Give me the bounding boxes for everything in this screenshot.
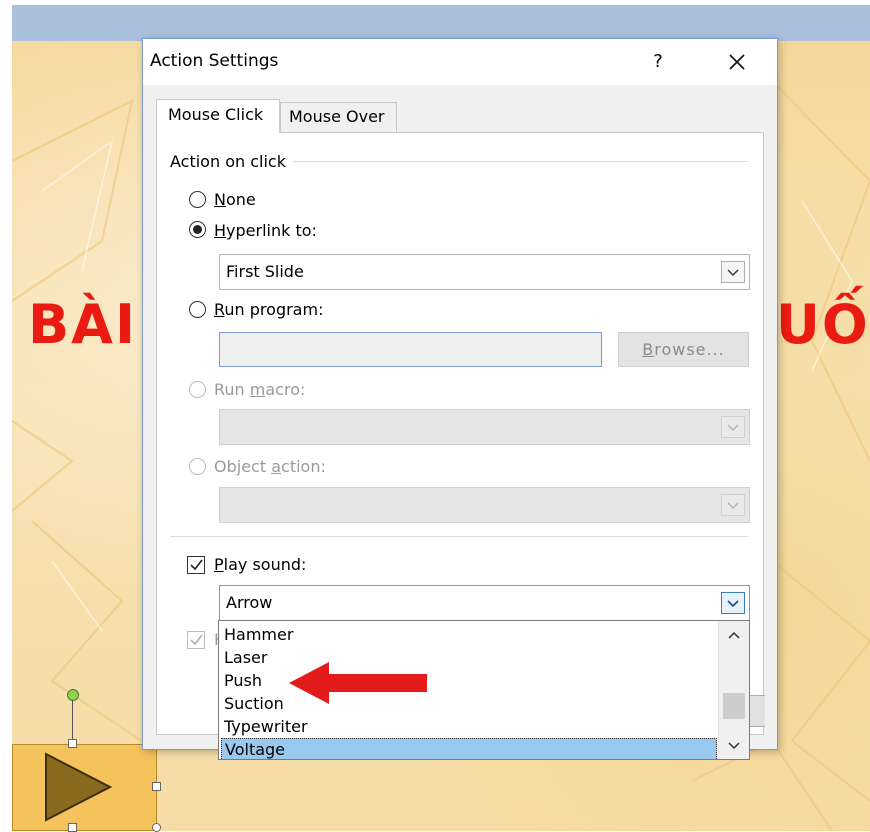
sound-dropdown-button[interactable]: [721, 592, 745, 614]
scroll-down-button[interactable]: [719, 733, 749, 757]
hyperlink-select[interactable]: First Slide: [219, 254, 750, 290]
label-run-macro[interactable]: Run macro:: [214, 380, 305, 399]
scroll-thumb[interactable]: [723, 693, 745, 719]
browse-button[interactable]: Browse...: [618, 332, 749, 367]
close-icon: [729, 54, 745, 70]
label-object-action[interactable]: Object action:: [214, 457, 326, 476]
dropdown-scrollbar[interactable]: [718, 621, 749, 759]
play-sound-checkbox[interactable]: [187, 556, 205, 574]
rotation-handle[interactable]: [67, 689, 79, 701]
list-item-hammer[interactable]: Hammer: [221, 624, 717, 647]
radio-run-macro[interactable]: [189, 381, 206, 398]
scroll-up-button[interactable]: [719, 623, 749, 647]
tab-mouse-over[interactable]: Mouse Over: [280, 102, 397, 135]
chevron-down-icon: [727, 424, 739, 431]
label-none[interactable]: None: [214, 190, 256, 209]
label-run-program[interactable]: Run program:: [214, 300, 323, 319]
slide-title-left: BÀI: [28, 293, 138, 356]
sound-select[interactable]: Arrow: [219, 585, 750, 621]
sound-select-value: Arrow: [226, 593, 273, 612]
annotation-arrow-icon: [289, 662, 427, 704]
hyperlink-dropdown-button[interactable]: [721, 261, 745, 283]
window-title-strip: [12, 5, 870, 42]
checkmark-icon: [190, 559, 203, 571]
group-label-action-on-click: Action on click: [170, 152, 292, 171]
chevron-down-icon: [728, 742, 740, 750]
radio-object-action[interactable]: [189, 458, 206, 475]
radio-hyperlink[interactable]: [189, 221, 206, 238]
hyperlink-select-value: First Slide: [226, 262, 304, 281]
program-path-input[interactable]: [219, 332, 602, 367]
dialog-title: Action Settings: [150, 51, 279, 71]
resize-handle-right[interactable]: [152, 782, 161, 791]
group-divider: [293, 161, 748, 162]
rotation-line: [72, 700, 73, 740]
highlight-click-checkbox[interactable]: [187, 631, 205, 649]
close-button[interactable]: [715, 47, 759, 77]
chevron-down-icon: [727, 502, 739, 509]
chevron-down-icon: [727, 269, 739, 276]
play-triangle-icon: [45, 752, 112, 822]
label-hyperlink[interactable]: Hyperlink to:: [214, 221, 317, 240]
radio-run-program[interactable]: [189, 301, 206, 318]
macro-dropdown-button[interactable]: [721, 416, 745, 438]
list-item-typewriter[interactable]: Typewriter: [221, 716, 717, 739]
checkmark-icon: [190, 634, 203, 646]
resize-handle-top[interactable]: [68, 739, 77, 748]
tab-mouse-click[interactable]: Mouse Click: [156, 99, 280, 133]
section-divider: [170, 536, 748, 537]
chevron-up-icon: [728, 631, 740, 639]
help-button[interactable]: ?: [643, 49, 673, 75]
radio-none[interactable]: [189, 191, 206, 208]
macro-select[interactable]: [219, 409, 750, 445]
label-play-sound[interactable]: Play sound:: [214, 555, 306, 574]
slide-title-right: UỐ: [776, 293, 870, 356]
dialog-titlebar[interactable]: Action Settings ?: [143, 39, 777, 85]
chevron-down-icon: [727, 600, 739, 608]
object-action-select[interactable]: [219, 487, 750, 523]
object-action-dropdown-button[interactable]: [721, 494, 745, 516]
list-item-voltage[interactable]: Voltage: [221, 738, 717, 759]
